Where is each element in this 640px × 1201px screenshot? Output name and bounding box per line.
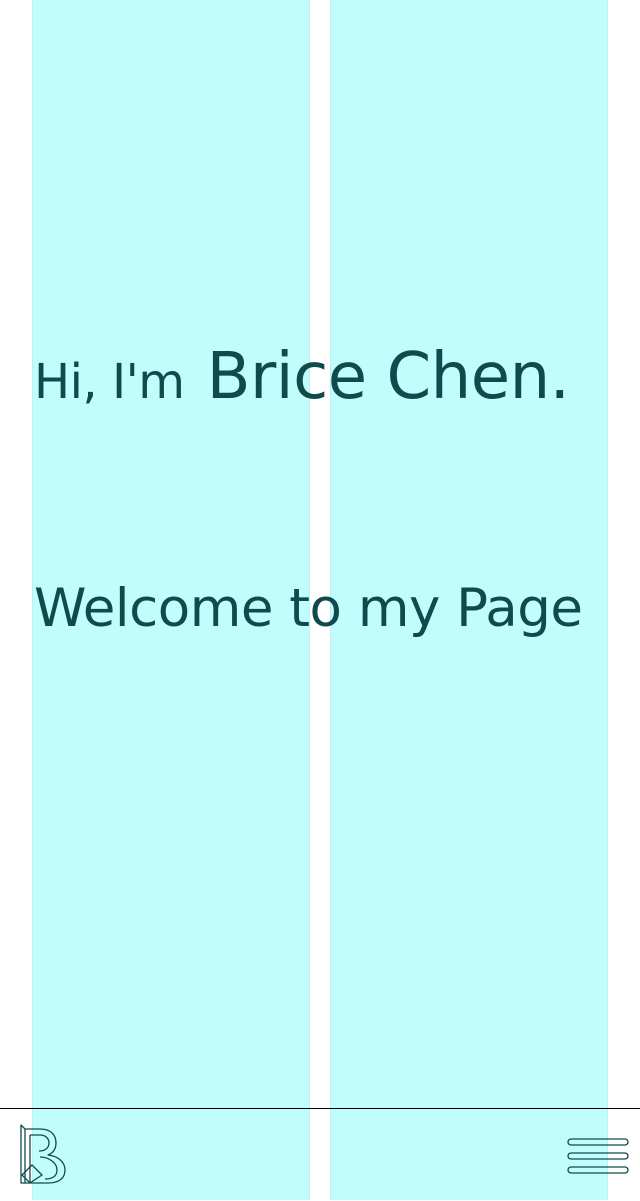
bottom-nav-bar [0, 1108, 640, 1201]
greeting-text: Hi, I'm [34, 354, 185, 410]
name-text: Brice Chen. [206, 340, 570, 414]
hamburger-menu-icon[interactable] [566, 1137, 630, 1177]
intro-heading: Hi, I'm Brice Chen. [34, 340, 570, 414]
welcome-text: Welcome to my Page [34, 578, 583, 639]
letter-b-logo-icon[interactable] [18, 1123, 74, 1187]
